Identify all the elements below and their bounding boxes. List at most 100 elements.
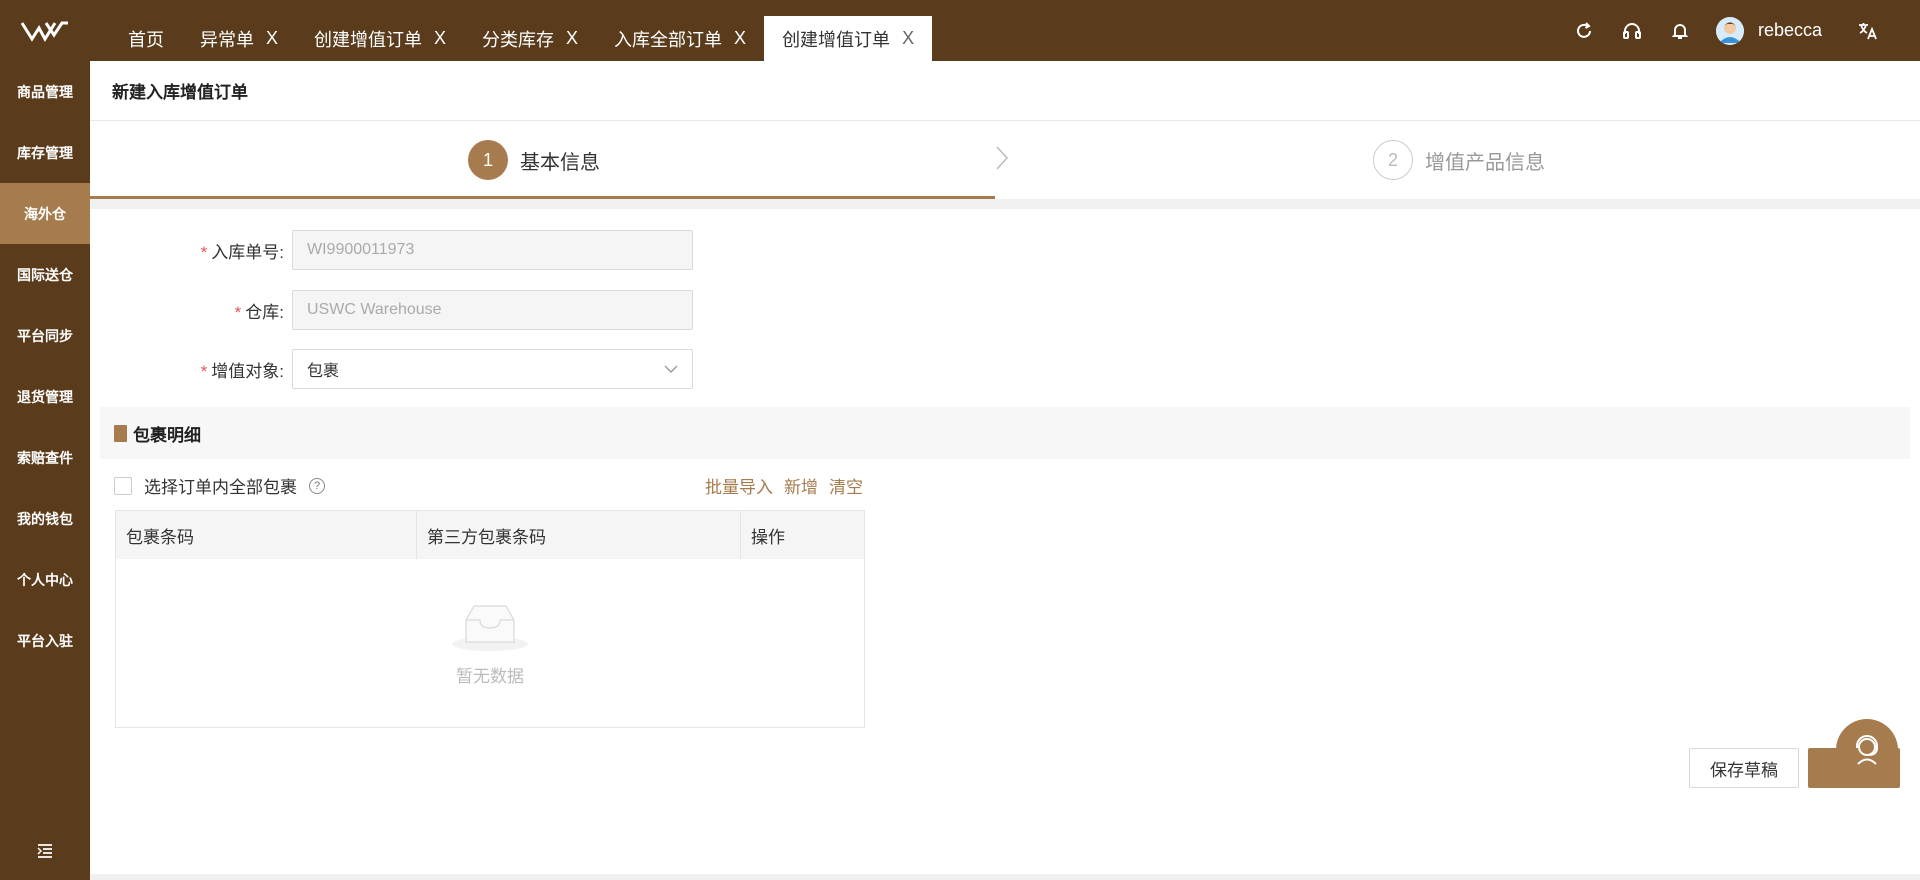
inbound-no-field: WI9900011973: [292, 230, 693, 270]
add-link[interactable]: 新增: [784, 473, 818, 498]
chevron-right-icon: [996, 146, 1009, 170]
customer-service-float-button[interactable]: [1836, 719, 1898, 781]
close-icon[interactable]: X: [266, 28, 278, 49]
form-row-target: * 增值对象: 包裹: [90, 349, 693, 389]
logo[interactable]: [0, 0, 90, 61]
sidebar-item-label: 库存管理: [17, 144, 73, 161]
package-table: 包裹条码 第三方包裹条码 操作 暂无数据: [115, 510, 865, 728]
select-all-checkbox[interactable]: [114, 476, 132, 495]
chevron-down-icon: [664, 365, 678, 373]
sidebar-item-claims[interactable]: 索赔查件: [0, 427, 90, 488]
refresh-icon[interactable]: [1560, 0, 1608, 61]
sidebar-item-platform-onboarding[interactable]: 平台入驻: [0, 610, 90, 671]
sidebar-item-profile[interactable]: 个人中心: [0, 549, 90, 610]
target-select-value: 包裹: [307, 363, 340, 380]
form-row-inbound-no: * 入库单号: WI9900011973: [90, 230, 693, 270]
headset-icon[interactable]: [1608, 0, 1656, 61]
support-agent-icon: [1856, 735, 1878, 765]
page-title: 新建入库增值订单: [90, 61, 1920, 121]
clear-link[interactable]: 清空: [829, 473, 863, 498]
tab-category-stock[interactable]: 分类库存 X: [464, 16, 596, 61]
section-title: 包裹明细: [133, 425, 201, 445]
warehouse-field: USWC Warehouse: [292, 290, 693, 330]
tab-label: 异常单: [200, 29, 254, 50]
required-mark: *: [200, 242, 208, 262]
help-icon[interactable]: ?: [309, 477, 325, 494]
tab-label: 首页: [128, 29, 164, 50]
divider: [90, 199, 1920, 209]
avatar: [1715, 16, 1744, 45]
table-header: 包裹条码 第三方包裹条码 操作: [116, 511, 864, 559]
empty-state: 暂无数据: [116, 559, 864, 729]
target-label: 增值对象:: [211, 361, 284, 381]
footer-band: [90, 874, 1920, 880]
sidebar-item-label: 平台同步: [17, 327, 73, 344]
user-menu[interactable]: rebecca: [1715, 16, 1822, 45]
column-header: 第三方包裹条码: [417, 511, 741, 559]
empty-text: 暂无数据: [456, 666, 524, 686]
required-mark: *: [234, 302, 242, 322]
sidebar-item-label: 我的钱包: [17, 510, 73, 527]
tab-label: 创建增值订单: [314, 29, 423, 50]
tab-label: 分类库存: [482, 29, 555, 50]
step-label: 基本信息: [520, 151, 600, 174]
batch-import-link[interactable]: 批量导入: [705, 473, 773, 498]
sidebar-item-returns[interactable]: 退货管理: [0, 366, 90, 427]
brand-logo-icon: [20, 21, 68, 42]
sidebar: 商品管理 库存管理 海外仓 国际送仓 平台同步 退货管理 索赔查件 我的钱包 个…: [0, 61, 90, 880]
sidebar-item-label: 个人中心: [17, 571, 73, 588]
main-content: 新建入库增值订单 1 基本信息 2 增值产品信息 * 入库单号: WI990001…: [90, 61, 1920, 880]
tab-bar: 首页 异常单 X 创建增值订单 X 分类库存 X 入库全部订单 X 创建增值订单 X: [110, 16, 933, 61]
tab-label: 创建增值订单: [782, 29, 891, 50]
package-toolbar: 选择订单内全部包裹 ? 批量导入 新增 清空: [90, 459, 1920, 507]
warehouse-label: 仓库:: [245, 302, 284, 322]
steps: 1 基本信息 2 增值产品信息: [90, 121, 1920, 199]
tab-create-vas-order[interactable]: 创建增值订单 X: [296, 16, 464, 61]
close-icon[interactable]: X: [434, 28, 446, 49]
close-icon[interactable]: X: [902, 28, 914, 49]
step-number: 1: [468, 140, 508, 180]
tab-home[interactable]: 首页: [110, 16, 182, 61]
field-label: * 增值对象:: [90, 357, 292, 382]
sidebar-item-label: 国际送仓: [17, 266, 73, 283]
step-basic-info[interactable]: 1 基本信息: [468, 121, 600, 199]
field-label: * 入库单号:: [90, 238, 292, 263]
step-vas-product-info[interactable]: 2 增值产品信息: [1373, 121, 1545, 199]
package-section-header: 包裹明细: [100, 407, 1910, 459]
close-icon[interactable]: X: [734, 28, 746, 49]
tab-all-inbound-orders[interactable]: 入库全部订单 X: [596, 16, 764, 61]
sidebar-item-wallet[interactable]: 我的钱包: [0, 488, 90, 549]
form-row-warehouse: * 仓库: USWC Warehouse: [90, 290, 693, 330]
sidebar-item-label: 索赔查件: [17, 449, 73, 466]
tab-create-vas-order-active[interactable]: 创建增值订单 X: [764, 16, 933, 61]
bell-icon[interactable]: [1656, 0, 1704, 61]
select-all-label: 选择订单内全部包裹: [144, 478, 297, 497]
tab-label: 入库全部订单: [614, 29, 723, 50]
column-header: 包裹条码: [116, 511, 417, 559]
sidebar-item-label: 商品管理: [17, 83, 73, 100]
column-header: 操作: [751, 527, 785, 547]
tab-exception-orders[interactable]: 异常单 X: [182, 16, 296, 61]
sidebar-item-label: 退货管理: [17, 388, 73, 405]
empty-box-icon: [452, 604, 528, 651]
sidebar-item-label: 平台入驻: [17, 632, 73, 649]
username: rebecca: [1757, 20, 1822, 40]
menu-collapse-icon[interactable]: [0, 836, 90, 866]
translate-icon[interactable]: [1844, 0, 1892, 61]
package-actions: 批量导入 新增 清空: [705, 473, 874, 498]
top-bar: 首页 异常单 X 创建增值订单 X 分类库存 X 入库全部订单 X 创建增值订单 X re…: [0, 0, 1920, 61]
header-actions: rebecca: [1560, 0, 1892, 61]
close-icon[interactable]: X: [566, 28, 578, 49]
basic-info-form: * 入库单号: WI9900011973 * 仓库: USWC Warehouse …: [90, 209, 1920, 407]
active-step-indicator: [90, 196, 995, 199]
sidebar-item-inventory[interactable]: 库存管理: [0, 122, 90, 183]
select-all-packages[interactable]: 选择订单内全部包裹 ?: [114, 473, 325, 498]
sidebar-item-international-delivery[interactable]: 国际送仓: [0, 244, 90, 305]
inbound-no-label: 入库单号:: [211, 242, 284, 262]
field-label: * 仓库:: [90, 298, 292, 323]
save-draft-button[interactable]: 保存草稿: [1689, 748, 1799, 788]
sidebar-item-overseas-warehouse[interactable]: 海外仓: [0, 183, 90, 244]
sidebar-item-platform-sync[interactable]: 平台同步: [0, 305, 90, 366]
target-select[interactable]: 包裹: [292, 349, 693, 389]
sidebar-item-products[interactable]: 商品管理: [0, 61, 90, 122]
